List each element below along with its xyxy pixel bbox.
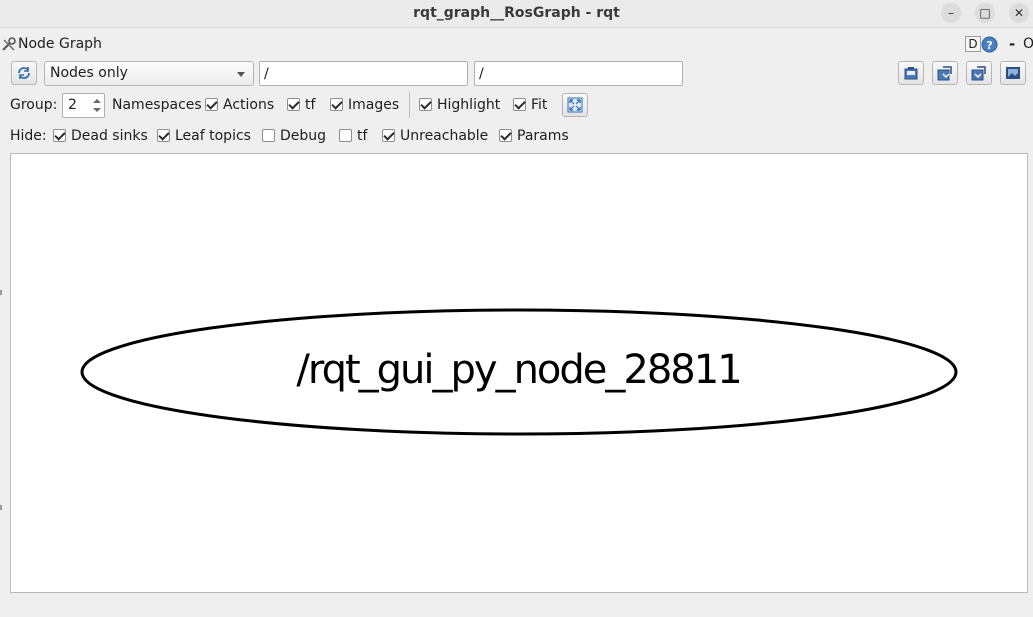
title-bar: rqt_graph__RosGraph - rqt – □ ✕	[0, 0, 1033, 28]
actions-label: Actions	[223, 97, 275, 113]
dock-title: Node Graph	[18, 36, 102, 52]
dock-minimize-button[interactable]: -	[1009, 35, 1015, 53]
params-checkbox[interactable]	[499, 129, 512, 142]
node-filter-input[interactable]	[259, 61, 468, 86]
tf-checkbox[interactable]	[287, 98, 300, 111]
save-dot-icon	[937, 66, 952, 81]
minimize-icon: –	[948, 6, 954, 20]
help-icon[interactable]: ?	[981, 36, 998, 53]
close-button[interactable]: ✕	[1009, 3, 1029, 23]
debug-checkbox[interactable]	[262, 129, 275, 142]
leaf-topics-checkbox[interactable]	[157, 129, 170, 142]
tools-icon	[2, 37, 16, 51]
save-image-icon	[1006, 67, 1020, 79]
display-mode-combo[interactable]: Nodes only	[44, 61, 254, 86]
namespaces-label: Namespaces	[112, 97, 202, 113]
save-svg-icon	[971, 66, 986, 81]
fit-view-icon	[567, 97, 583, 113]
group-spinbox[interactable]: 2	[62, 93, 105, 118]
close-icon: ✕	[1013, 6, 1025, 20]
splitter-handle[interactable]	[0, 290, 2, 295]
dock-d-button[interactable]: D	[965, 36, 981, 52]
chevron-down-icon	[237, 72, 245, 77]
leaf-topics-label: Leaf topics	[175, 128, 251, 144]
tf-label: tf	[305, 97, 316, 113]
refresh-button[interactable]	[11, 61, 37, 85]
images-label: Images	[348, 97, 400, 113]
refresh-icon	[18, 67, 30, 79]
save-dot-button[interactable]	[932, 61, 958, 85]
save-image-button[interactable]	[1000, 61, 1026, 85]
actions-checkbox[interactable]	[205, 98, 218, 111]
dock-header: Node Graph D ? - O	[0, 34, 1033, 56]
dock-d-label: D	[968, 37, 978, 51]
group-value: 2	[68, 97, 77, 113]
debug-label: Debug	[280, 128, 327, 144]
display-mode-value: Nodes only	[50, 65, 128, 81]
maximize-button[interactable]: □	[975, 3, 995, 23]
maximize-icon: □	[979, 6, 991, 20]
fit-label: Fit	[531, 97, 548, 113]
rqt-window: rqt_graph__RosGraph - rqt – □ ✕ Node Gra…	[0, 0, 1033, 617]
minimize-button[interactable]: –	[941, 3, 961, 23]
fit-checkbox[interactable]	[513, 98, 526, 111]
save-svg-button[interactable]	[966, 61, 992, 85]
hide-tf-label: tf	[357, 128, 368, 144]
topic-filter-input[interactable]	[474, 61, 683, 86]
fit-in-view-button[interactable]	[562, 93, 588, 117]
toolbar-separator	[409, 92, 410, 118]
images-checkbox[interactable]	[330, 98, 343, 111]
hide-tf-checkbox[interactable]	[339, 129, 352, 142]
highlight-checkbox[interactable]	[419, 98, 432, 111]
spin-up-icon[interactable]	[93, 99, 101, 103]
group-label: Group:	[10, 97, 58, 113]
dead-sinks-label: Dead sinks	[71, 128, 148, 144]
params-label: Params	[517, 128, 569, 144]
window-title: rqt_graph__RosGraph - rqt	[413, 5, 620, 21]
load-dot-button[interactable]	[898, 61, 924, 85]
highlight-label: Highlight	[437, 97, 501, 113]
spin-down-icon[interactable]	[93, 108, 101, 112]
dead-sinks-checkbox[interactable]	[53, 129, 66, 142]
graph-node-label[interactable]: /rqt_gui_py_node_28811	[81, 347, 956, 393]
graph-view[interactable]: /rqt_gui_py_node_28811	[10, 153, 1028, 593]
hide-label: Hide:	[10, 128, 47, 144]
unreachable-checkbox[interactable]	[382, 129, 395, 142]
dock-options-button[interactable]: O	[1023, 36, 1033, 52]
svg-text:?: ?	[986, 39, 992, 52]
splitter-handle[interactable]	[0, 505, 2, 510]
unreachable-label: Unreachable	[400, 128, 489, 144]
load-dot-icon	[904, 67, 918, 80]
